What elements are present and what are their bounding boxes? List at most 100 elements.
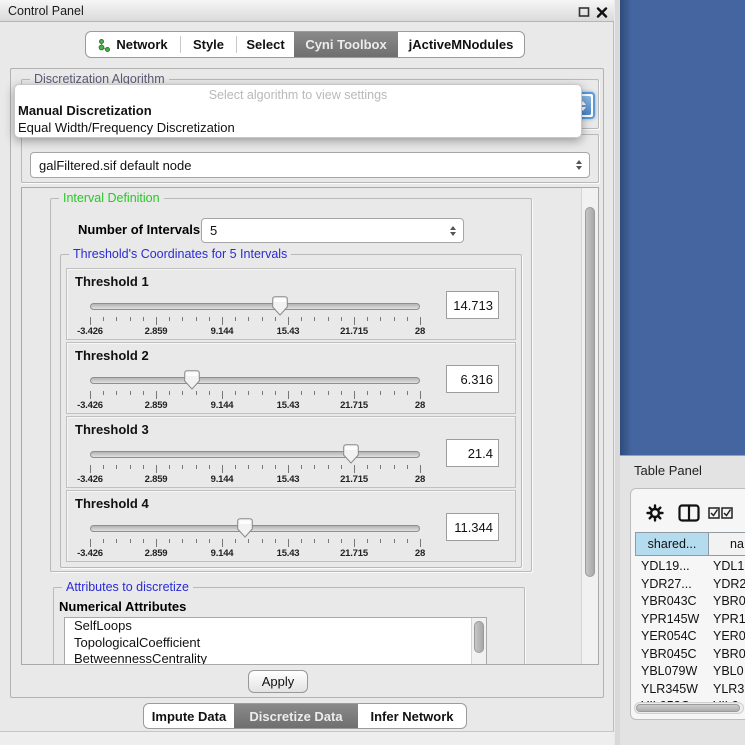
tab-select[interactable]: Select (237, 32, 294, 57)
tab-infer-network-label: Infer Network (370, 709, 453, 724)
table-hscrollbar-thumb[interactable] (636, 704, 740, 712)
table-data-combobox[interactable]: galFiltered.sif default node (30, 152, 590, 178)
slider-tick (262, 539, 263, 543)
slider-track[interactable] (90, 303, 420, 310)
tab-infer-network[interactable]: Infer Network (358, 704, 466, 728)
tab-discretize-data[interactable]: Discretize Data (234, 704, 358, 728)
slider-tick (116, 317, 117, 321)
slider-tick (235, 317, 236, 321)
attribute-list-item[interactable]: TopologicalCoefficient (65, 635, 486, 652)
threshold-slider[interactable]: -3.4262.8599.14415.4321.71528 (90, 371, 420, 411)
slider-tick (169, 391, 170, 395)
table-cell-shared-name[interactable]: YBR045C (641, 647, 697, 661)
threshold-slider[interactable]: -3.4262.8599.14415.4321.71528 (90, 297, 420, 337)
tab-jactivemnodules[interactable]: jActiveMNodules (398, 32, 524, 57)
slider-track[interactable] (90, 377, 420, 384)
algorithm-dropdown-popup: Select algorithm to view settings Manual… (14, 84, 582, 138)
tab-jactivemnodules-label: jActiveMNodules (409, 37, 514, 52)
threshold-value-field[interactable] (446, 439, 499, 467)
slider-track[interactable] (90, 525, 420, 532)
slider-tick-label: -3.426 (65, 548, 115, 559)
network-icon (98, 38, 111, 52)
spinner-arrows-icon[interactable] (576, 160, 582, 170)
table-cell-shared-name[interactable]: YPR145W (641, 612, 699, 626)
slider-tick (275, 465, 276, 469)
tab-cyni-toolbox[interactable]: Cyni Toolbox (294, 32, 398, 57)
threshold-value-field[interactable] (446, 291, 499, 319)
table-data-group: Table Data galFiltered.sif default node (21, 134, 599, 183)
table-cell-shared-name[interactable]: YLR345W (641, 682, 698, 696)
gear-icon[interactable] (646, 504, 664, 522)
table-cell-shared-name[interactable]: YER054C (641, 629, 697, 643)
table-cell-name[interactable]: YPR1 (713, 612, 745, 626)
slider-tick (288, 465, 289, 473)
table-cell-shared-name[interactable]: YDR27... (641, 577, 692, 591)
tab-network[interactable]: Network (86, 32, 180, 57)
close-icon[interactable] (596, 6, 608, 18)
checkboxes-icon[interactable] (708, 507, 734, 519)
threshold-value-field[interactable] (446, 365, 499, 393)
bottom-strip (0, 731, 614, 745)
slider-tick (209, 465, 210, 469)
list-scrollbar[interactable] (471, 618, 486, 665)
slider-tick (394, 539, 395, 543)
control-panel: Control Panel Network Style Select Cyni … (0, 0, 614, 745)
list-scrollbar-thumb[interactable] (474, 621, 484, 653)
table-cell-name[interactable]: YBR0 (713, 647, 745, 661)
threshold-slider[interactable]: -3.4262.8599.14415.4321.71528 (90, 519, 420, 559)
threshold-value-field[interactable] (446, 513, 499, 541)
tab-impute-data[interactable]: Impute Data (144, 704, 234, 728)
slider-tick (380, 317, 381, 321)
slider-tick (275, 317, 276, 321)
popup-option-manual[interactable]: Manual Discretization (15, 102, 581, 119)
table-cell-name[interactable]: YBR0 (713, 594, 745, 608)
threshold-slider[interactable]: -3.4262.8599.14415.4321.71528 (90, 445, 420, 485)
slider-tick-label: -3.426 (65, 400, 115, 411)
column-header-shared-name[interactable]: shared... (635, 532, 709, 556)
threshold-panel: Threshold 1-3.4262.8599.14415.4321.71528 (66, 268, 516, 340)
settings-scrollbar[interactable] (581, 188, 598, 664)
split-columns-icon[interactable] (678, 504, 700, 522)
apply-button[interactable]: Apply (248, 670, 308, 693)
float-window-icon[interactable] (578, 6, 590, 18)
spinner-arrows-icon[interactable] (450, 226, 456, 236)
slider-tick (354, 317, 355, 325)
table-cell-name[interactable]: YLR3 (713, 682, 744, 696)
slider-tick-label: 2.859 (131, 474, 181, 485)
slider-tick-label: 9.144 (197, 474, 247, 485)
slider-tick (196, 465, 197, 469)
slider-tick (248, 465, 249, 469)
table-cell-shared-name[interactable]: YBL079W (641, 664, 697, 678)
table-cell-shared-name[interactable]: YDL19... (641, 559, 690, 573)
table-hscrollbar[interactable] (634, 702, 744, 714)
slider-handle[interactable] (272, 296, 288, 316)
popup-option-equal-width[interactable]: Equal Width/Frequency Discretization (15, 119, 581, 136)
tab-style[interactable]: Style (181, 32, 236, 57)
attribute-list-item[interactable]: BetweennessCentrality (65, 651, 486, 665)
slider-tick (328, 465, 329, 469)
slider-tick (420, 317, 421, 325)
slider-tick (328, 539, 329, 543)
threshold-label: Threshold 3 (75, 422, 149, 437)
slider-tick-label: 2.859 (131, 548, 181, 559)
tab-cyni-toolbox-label: Cyni Toolbox (305, 37, 386, 52)
slider-tick (380, 539, 381, 543)
column-header-name[interactable]: na (708, 532, 745, 556)
attribute-list-item[interactable]: SelfLoops (65, 618, 486, 635)
table-cell-name[interactable]: YDL1 (713, 559, 744, 573)
table-cell-name[interactable]: YER0 (713, 629, 745, 643)
slider-track[interactable] (90, 451, 420, 458)
table-cell-name[interactable]: YDR2 (713, 577, 745, 591)
table-cell-name[interactable]: YBL0 (713, 664, 744, 678)
settings-scrollbar-thumb[interactable] (585, 207, 595, 577)
number-of-intervals-combobox[interactable]: 5 (201, 218, 464, 243)
slider-tick (275, 539, 276, 543)
table-cell-shared-name[interactable]: YBR043C (641, 594, 697, 608)
slider-tick (407, 391, 408, 395)
slider-handle[interactable] (237, 518, 253, 538)
slider-handle[interactable] (343, 444, 359, 464)
settings-scrollpane: Interval Definition Number of Intervals … (21, 187, 599, 665)
slider-tick (341, 391, 342, 395)
numerical-attributes-list[interactable]: SelfLoopsTopologicalCoefficientBetweenne… (64, 617, 487, 665)
slider-handle[interactable] (184, 370, 200, 390)
